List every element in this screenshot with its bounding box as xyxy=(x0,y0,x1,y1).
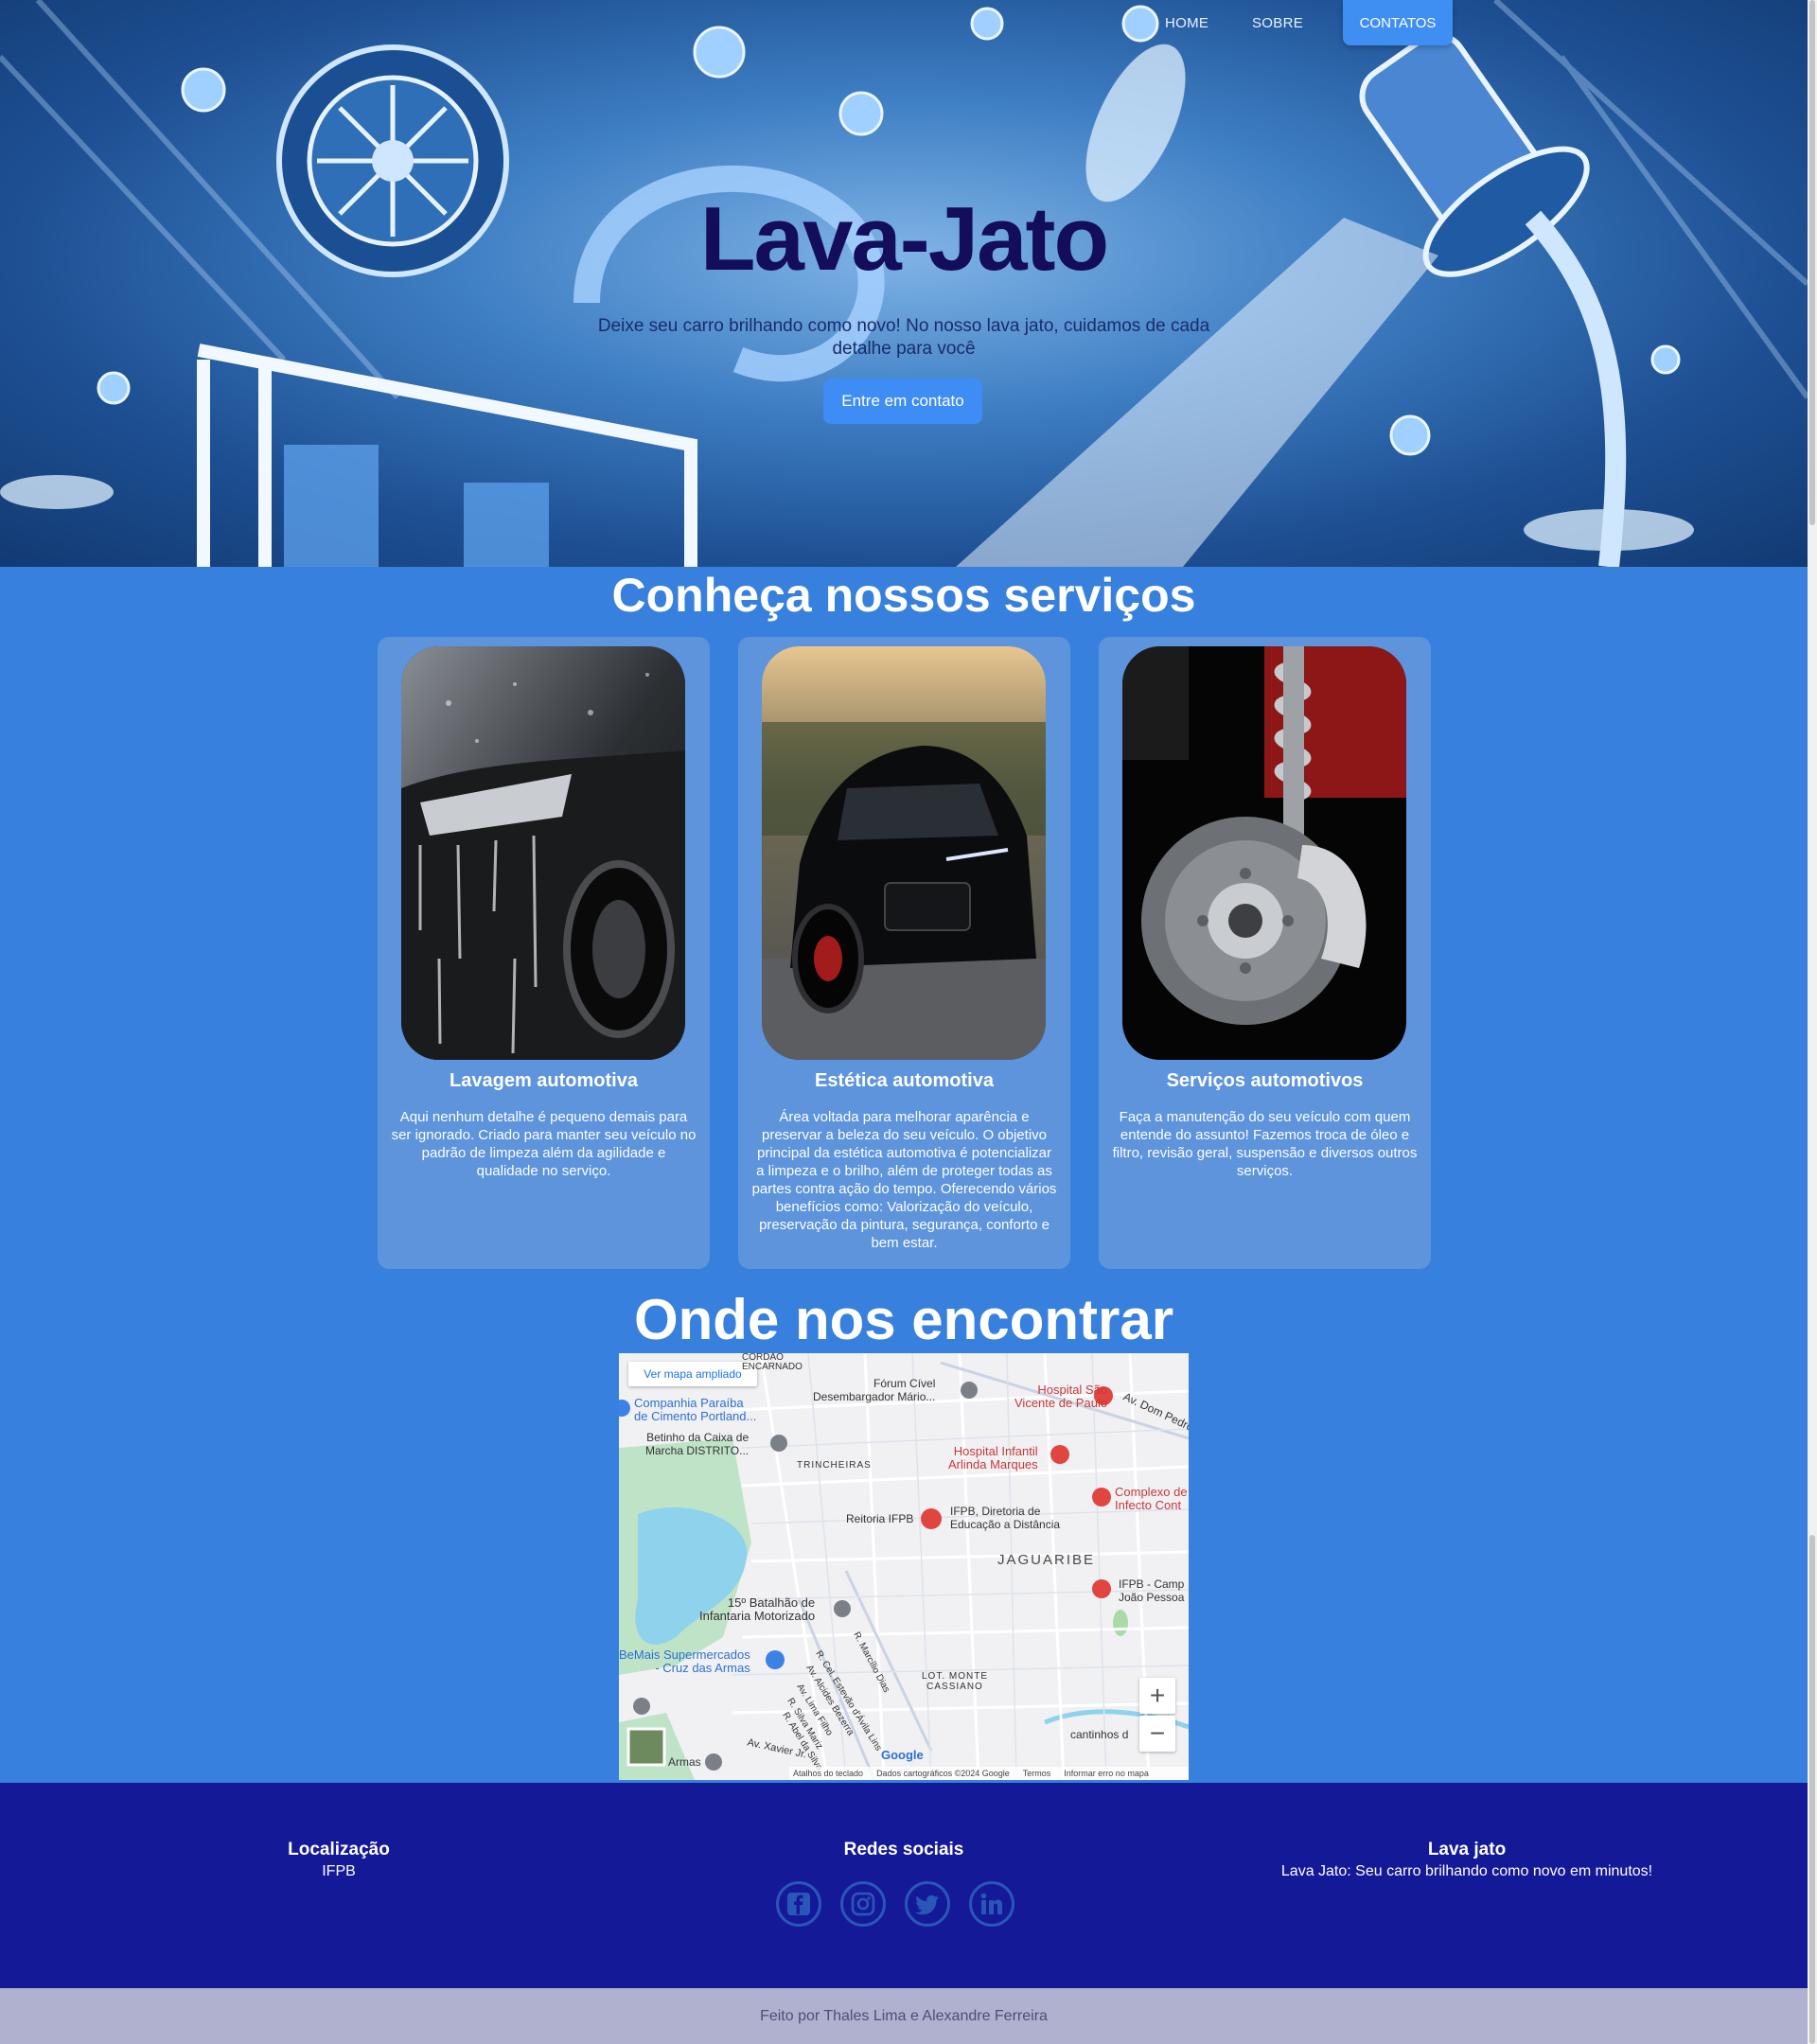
twitter-icon[interactable] xyxy=(905,1881,950,1927)
report-error-link[interactable]: Informar erro no mapa xyxy=(1064,1769,1149,1778)
hero-subtitle: Deixe seu carro brilhando como novo! No … xyxy=(597,316,1210,359)
contact-cta-button[interactable]: Entre em contato xyxy=(823,379,982,424)
footer-location-title: Localização xyxy=(288,1840,390,1859)
map-label-reitoria: Reitoria IFPB xyxy=(846,1512,914,1525)
map-label-trincheiras: TRINCHEIRAS xyxy=(797,1460,872,1471)
footer-brand: Lava jato Lava Jato: Seu carro brilhando… xyxy=(1230,1840,1703,1880)
map-label-bemais: BeMais Supermercados - Cruz das Armas xyxy=(619,1648,750,1675)
map-label-hospital-infantil: Hospital Infantil Arlinda Marques xyxy=(948,1444,1038,1471)
black-car-photo xyxy=(762,646,1046,1060)
footer-social: Redes sociais xyxy=(762,1840,1046,1860)
footer-social-title: Redes sociais xyxy=(843,1840,964,1859)
map-label-cordao: CORDÃO ENCARNADO xyxy=(742,1353,803,1372)
service-card-lavagem: Lavagem automotiva Aqui nenhum detalhe é… xyxy=(378,637,710,1269)
social-icons xyxy=(776,1881,1014,1927)
terms-link[interactable]: Termos xyxy=(1023,1769,1051,1778)
zoom-out-button[interactable]: − xyxy=(1139,1716,1175,1752)
service-card-servicos: Serviços automotivos Faça a manutenção d… xyxy=(1099,637,1431,1269)
map-label-armas: Armas xyxy=(668,1755,701,1769)
service-title: Estética automotiva xyxy=(815,1070,994,1091)
footer-location: Localização IFPB xyxy=(244,1840,433,1880)
keyboard-shortcuts-link[interactable]: Atalhos do teclado xyxy=(793,1769,863,1778)
google-map-embed[interactable]: Ver mapa ampliado CORDÃO ENCARNADO Fórum… xyxy=(619,1353,1189,1780)
instagram-icon[interactable] xyxy=(840,1881,886,1927)
linkedin-icon[interactable] xyxy=(969,1881,1014,1927)
view-larger-map-link[interactable]: Ver mapa ampliado xyxy=(628,1362,757,1386)
map-data-credit: Dados cartográficos ©2024 Google xyxy=(876,1769,1010,1778)
footer-brand-text: Lava Jato: Seu carro brilhando como novo… xyxy=(1280,1863,1653,1879)
credits-text: Feito por Thales Lima e Alexandre Ferrei… xyxy=(760,2007,1048,2024)
map-label-ifpb-diretoria: IFPB, Diretoria de Educação a Distância xyxy=(950,1505,1061,1531)
location-section-title: Onde nos encontrar xyxy=(633,1288,1174,1351)
map-label-cantinhos: cantinhos d xyxy=(1070,1728,1129,1741)
site-footer: Localização IFPB Redes sociais Lava jato… xyxy=(0,1783,1808,1988)
hero-title: Lava-Jato xyxy=(699,188,1109,290)
credits-bar: Feito por Thales Lima e Alexandre Ferrei… xyxy=(0,1988,1808,2044)
service-card-estetica: Estética automotiva Área voltada para me… xyxy=(738,637,1070,1269)
map-label-hospital-sao-vicente: Hospital São Vicente de Paulo xyxy=(1014,1383,1108,1410)
car-wash-photo xyxy=(401,646,685,1060)
page-scrollbar[interactable] xyxy=(1808,0,1817,2044)
nav-sobre-link[interactable]: SOBRE xyxy=(1252,15,1303,31)
scrollbar-thumb-top[interactable] xyxy=(1809,0,1815,525)
nav-home-link[interactable]: HOME xyxy=(1165,15,1208,31)
facebook-icon[interactable] xyxy=(776,1881,821,1927)
service-description: Faça a manutenção do seu veículo com que… xyxy=(1112,1109,1418,1179)
nav-contatos-button[interactable]: CONTATOS xyxy=(1343,0,1453,45)
service-description: Aqui nenhum detalhe é pequeno demais par… xyxy=(391,1109,697,1179)
map-label-complexo: Complexo de Infecto Cont xyxy=(1115,1485,1188,1512)
map-label-ifpb-campus: IFPB - Camp João Pessoa xyxy=(1119,1577,1185,1604)
map-label-companhia: Companhia Paraíba de Cimento Portland... xyxy=(634,1396,757,1423)
map-attribution-bar: Atalhos do teclado Dados cartográficos ©… xyxy=(789,1767,1189,1780)
footer-location-text: IFPB xyxy=(322,1863,356,1879)
google-logo: Google xyxy=(881,1748,924,1762)
zoom-in-button[interactable]: + xyxy=(1139,1678,1175,1714)
service-title: Serviços automotivos xyxy=(1166,1070,1364,1091)
services-section-title: Conheça nossos serviços xyxy=(611,569,1196,622)
map-label-jaguaribe: JAGUARIBE xyxy=(997,1552,1096,1568)
map-label-monte-cassiano: LOT. MONTE CASSIANO xyxy=(922,1671,989,1692)
top-navigation: HOME SOBRE CONTATOS xyxy=(0,0,1808,47)
service-description: Área voltada para melhorar aparência e p… xyxy=(751,1109,1057,1251)
service-title: Lavagem automotiva xyxy=(450,1070,638,1091)
footer-brand-title: Lava jato xyxy=(1427,1840,1507,1859)
map-label-batalhao: 15º Batalhão de Infantaria Motorizado xyxy=(699,1595,816,1623)
hero-banner: HOME SOBRE CONTATOS Lava-Jato Deixe seu … xyxy=(0,0,1808,567)
brake-suspension-photo xyxy=(1122,646,1406,1060)
map-label-betinho: Betinho da Caixa de Marcha DISTRITO... xyxy=(645,1431,750,1457)
scrollbar-thumb-bottom[interactable] xyxy=(1809,1535,1815,2044)
map-label-forum: Fórum Cível Desembargador Mário... xyxy=(813,1377,936,1403)
